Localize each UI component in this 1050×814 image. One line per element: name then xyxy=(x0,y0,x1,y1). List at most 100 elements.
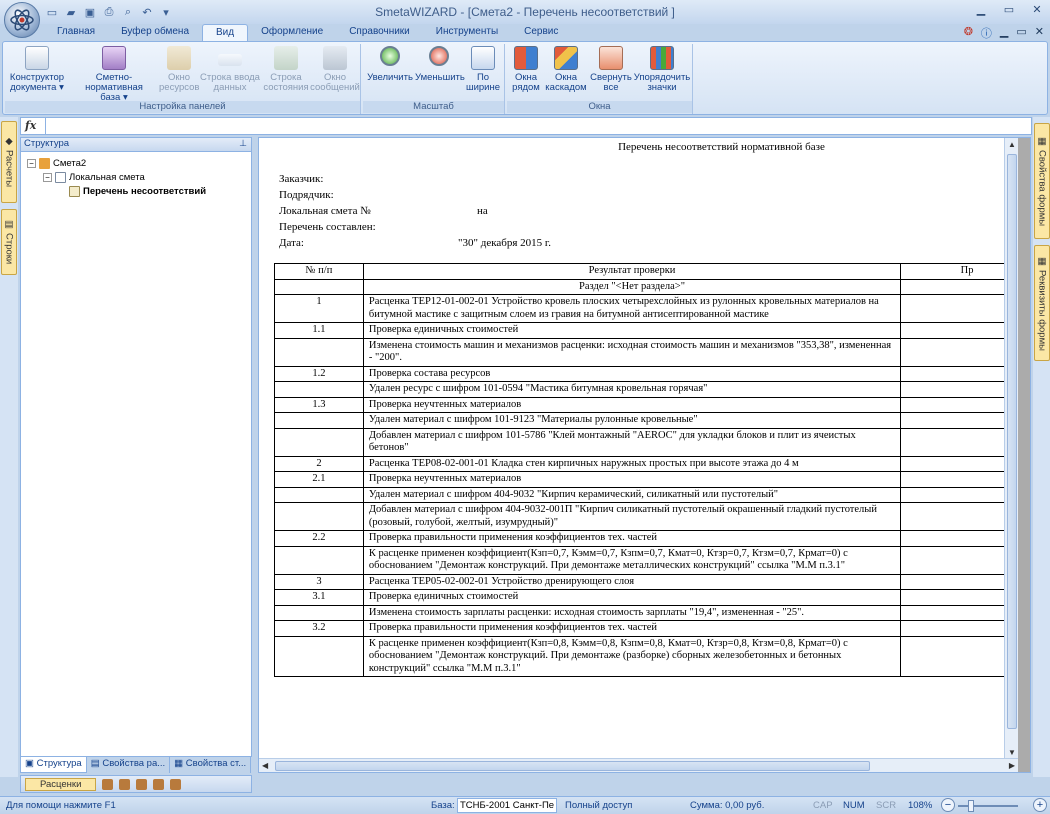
row-number xyxy=(274,412,364,429)
row-note xyxy=(900,278,1018,295)
row-result: Проверка состава ресурсов xyxy=(362,365,902,382)
scroll-right-icon[interactable]: ▶ xyxy=(1009,761,1015,770)
tab-structure[interactable]: ▣ Структура xyxy=(20,757,87,773)
rates-tab[interactable]: Расценки xyxy=(25,777,97,791)
tab-main[interactable]: Главная xyxy=(44,24,108,42)
caps-indicator: CAP xyxy=(813,800,833,811)
zoom-out-button[interactable]: Уменьшить xyxy=(415,46,465,83)
rate-tool-icon-3[interactable] xyxy=(136,778,148,790)
side-tab-form-properties[interactable]: ▦ Свойства формы xyxy=(1034,123,1050,239)
row-result: Проверка правильности применения коэффиц… xyxy=(362,620,902,637)
tile-windows-button[interactable]: Окна рядом xyxy=(509,46,543,93)
info-icon[interactable]: ⓘ xyxy=(981,25,992,41)
ribbon-close-button[interactable]: ✕ xyxy=(1035,25,1044,41)
customer-label: Заказчик: xyxy=(279,173,324,185)
row-result: К расценке применен коэффициент(Кзп=0,7,… xyxy=(362,545,902,575)
table-row: Изменена стоимость машин и механизмов ра… xyxy=(274,337,1018,367)
normative-base-button[interactable]: Сметно-нормативная база ▾ xyxy=(68,46,160,103)
cascade-windows-button[interactable]: Окна каскадом xyxy=(545,46,587,93)
tab-section-properties[interactable]: ▤ Свойства ра... xyxy=(87,757,171,773)
table-row: 3.1 Проверка единичных стоимостей xyxy=(274,589,1018,606)
side-tab-rows[interactable]: ▤ Строки xyxy=(1,209,17,275)
scroll-thumb[interactable] xyxy=(1007,154,1017,729)
tab-row-properties[interactable]: ▦ Свойства ст... xyxy=(170,757,252,773)
compiled-label: Перечень составлен: xyxy=(279,221,376,233)
table-row: К расценке применен коэффициент(Кзп=0,8,… xyxy=(274,635,1018,677)
messages-window-button[interactable]: Окно сообщений xyxy=(310,46,360,93)
table-row: 1.3 Проверка неучтенных материалов xyxy=(274,396,1018,413)
tab-tools[interactable]: Инструменты xyxy=(423,24,511,42)
tree-item-estimate[interactable]: − Смета2 xyxy=(27,156,251,170)
table-row: Раздел "<Нет раздела>" xyxy=(274,278,1018,295)
minimize-button[interactable]: ▁ xyxy=(972,3,990,19)
scroll-thumb[interactable] xyxy=(275,761,870,771)
report-page: Перечень несоответствий нормативной базе… xyxy=(259,138,1018,759)
row-number: 1.1 xyxy=(274,322,364,339)
close-button[interactable]: ✕ xyxy=(1028,3,1046,19)
row-number: 1.3 xyxy=(274,396,364,413)
zoom-in-small-button[interactable]: + xyxy=(1033,798,1047,812)
scroll-left-icon[interactable]: ◀ xyxy=(262,761,268,770)
date-value: "30" декабря 2015 г. xyxy=(458,237,551,249)
row-result: Удален ресурс с шифром 101-0594 "Мастика… xyxy=(362,381,902,398)
row-number xyxy=(274,502,364,531)
lifebuoy-icon[interactable]: ❂ xyxy=(964,25,973,41)
vertical-scrollbar[interactable]: ▲ ▼ xyxy=(1004,138,1018,759)
rate-tool-icon-5[interactable] xyxy=(170,778,182,790)
resources-window-button[interactable]: Окно ресурсов xyxy=(159,46,199,93)
tab-clipboard[interactable]: Буфер обмена xyxy=(108,24,202,42)
table-row: 2.1 Проверка неучтенных материалов xyxy=(274,471,1018,488)
rates-toolbar: Расценки xyxy=(20,775,252,793)
arrange-icons-button[interactable]: Упорядочить значки xyxy=(633,46,691,93)
group-scale: Увеличить Уменьшить По ширине Масштаб xyxy=(363,44,505,114)
tab-design[interactable]: Оформление xyxy=(248,24,336,42)
row-number xyxy=(274,604,364,621)
zoom-out-small-button[interactable]: − xyxy=(941,798,955,812)
document-constructor-button[interactable]: Конструктор документа ▾ xyxy=(8,46,66,93)
row-result: Добавлен материал с шифром 101-5786 "Кле… xyxy=(362,427,902,457)
scroll-down-icon[interactable]: ▼ xyxy=(1008,748,1016,757)
ribbon-minimize-button[interactable]: ▁ xyxy=(1000,25,1008,41)
tree-item-local-estimate[interactable]: − Локальная смета xyxy=(27,170,251,184)
row-result: Расценка ТЕР05-02-002-01 Устройство дрен… xyxy=(362,573,902,590)
report-title: Перечень несоответствий нормативной базе xyxy=(618,141,825,153)
zoom-in-button[interactable]: Увеличить xyxy=(367,46,413,83)
table-row: 1 Расценка ТЕР12-01-002-01 Устройство кро… xyxy=(274,294,1018,323)
side-tab-form-requisites[interactable]: ▦ Реквизиты формы xyxy=(1034,245,1050,361)
pin-icon[interactable]: ⊥ xyxy=(239,138,247,149)
maximize-button[interactable]: ▭ xyxy=(1000,3,1018,19)
collapse-icon[interactable]: − xyxy=(43,172,52,182)
side-tab-calculations[interactable]: ◆ Расчеты xyxy=(1,121,17,203)
tab-service[interactable]: Сервис xyxy=(511,24,571,42)
base-select[interactable]: ТСНБ-2001 Санкт-Пе xyxy=(457,798,557,813)
fit-width-button[interactable]: По ширине xyxy=(465,46,501,93)
row-result: Удален материал с шифром 101-9123 "Матер… xyxy=(362,412,902,429)
status-row-icon xyxy=(274,46,298,70)
row-number xyxy=(274,545,364,575)
zoom-slider[interactable] xyxy=(958,805,1018,807)
base-label: База: xyxy=(431,800,455,811)
row-number: 3.1 xyxy=(274,589,364,606)
title-bar: ▭ ▰ ▣ ⎙ ⌕ ↶ ▾ SmetaWIZARD - [Смета2 - Пе… xyxy=(0,0,1050,24)
window-title: SmetaWIZARD - [Смета2 - Перечень несоотв… xyxy=(375,5,675,19)
status-row-button[interactable]: Строка состояния xyxy=(261,46,311,93)
zoom-slider-thumb[interactable] xyxy=(968,800,974,812)
rate-tool-icon-2[interactable] xyxy=(119,778,131,790)
collapse-icon[interactable]: − xyxy=(27,158,36,168)
tree-item-inconsistencies[interactable]: Перечень несоответствий xyxy=(27,184,251,198)
help-hint: Для помощи нажмите F1 xyxy=(6,800,116,811)
app-menu-button[interactable] xyxy=(4,2,40,38)
scroll-up-icon[interactable]: ▲ xyxy=(1008,140,1016,149)
rate-tool-icon-4[interactable] xyxy=(153,778,165,790)
row-note xyxy=(900,635,1018,677)
rate-tool-icon-1[interactable] xyxy=(102,778,114,790)
ribbon-restore-button[interactable]: ▭ xyxy=(1016,25,1026,41)
data-input-row-button[interactable]: Строка ввода данных xyxy=(199,46,261,93)
tab-references[interactable]: Справочники xyxy=(336,24,423,42)
formula-bar[interactable]: fx xyxy=(20,117,1032,135)
row-note xyxy=(900,381,1018,398)
tab-view[interactable]: Вид xyxy=(202,24,249,42)
table-header-row: № п/п Результат проверки Пр xyxy=(274,263,1018,280)
horizontal-scrollbar[interactable]: ◀ ▶ xyxy=(259,758,1018,772)
minimize-all-button[interactable]: Свернуть все xyxy=(589,46,633,93)
